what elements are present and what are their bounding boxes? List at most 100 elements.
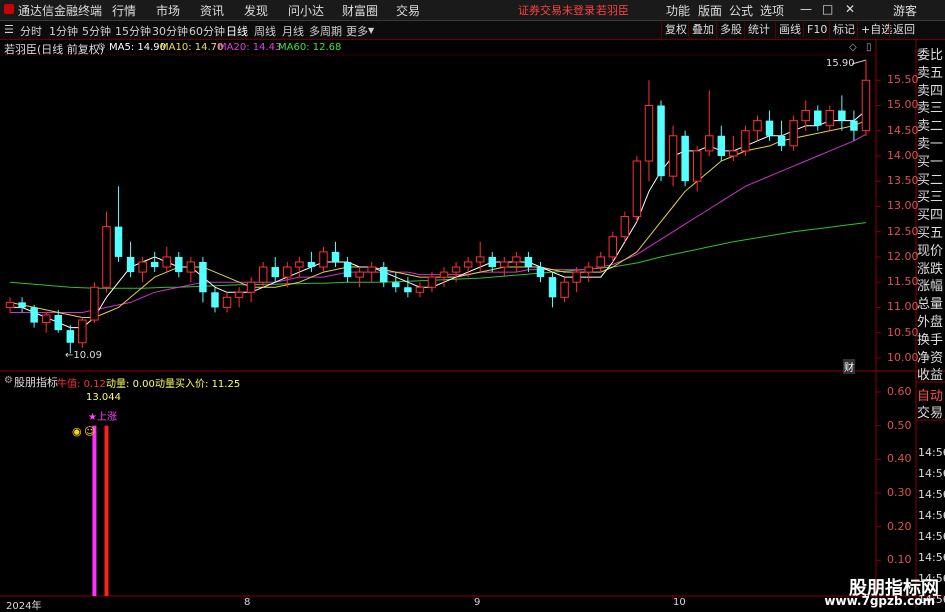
financial-marker[interactable]: 财 xyxy=(843,359,855,374)
trade-label[interactable]: 交易 xyxy=(917,402,945,421)
candle-body-down xyxy=(271,267,279,278)
candle-body-up xyxy=(283,266,292,278)
period-60min[interactable]: 60分钟 xyxy=(189,23,225,39)
tick-time: 14:56 xyxy=(918,488,945,501)
period-15min[interactable]: 15分钟 xyxy=(115,23,151,39)
side-item[interactable]: 现价 xyxy=(917,240,945,259)
period-5min[interactable]: 5分钟 xyxy=(82,23,111,39)
candle-body-down xyxy=(717,135,726,156)
low-price-label: ←10.09 xyxy=(65,350,103,361)
candle-body-down xyxy=(548,277,557,298)
fuquan-button[interactable]: 复权 xyxy=(661,22,690,38)
candle-body-up xyxy=(512,256,521,263)
collapse-icon[interactable]: ◇ xyxy=(849,42,857,53)
chevron-down-icon[interactable]: ▼ xyxy=(368,26,374,35)
period-1min[interactable]: 1分钟 xyxy=(49,23,78,39)
side-item[interactable]: 总量 xyxy=(917,293,945,312)
candle-body-up xyxy=(451,266,461,273)
candle-body-up xyxy=(861,79,871,132)
side-item[interactable]: 净资 xyxy=(917,347,945,366)
candle-body-up xyxy=(560,281,569,298)
side-item[interactable]: 卖五 xyxy=(917,62,945,81)
multi-stock-button[interactable]: 多股 xyxy=(716,22,745,38)
side-item[interactable]: 买三 xyxy=(917,186,945,205)
period-30min[interactable]: 30分钟 xyxy=(152,23,188,39)
menu-zixun[interactable]: 资讯 xyxy=(200,2,224,19)
candle-body-up xyxy=(596,256,605,268)
candle-body-up xyxy=(427,276,437,288)
kline-chart[interactable] xyxy=(0,39,945,609)
candle-body-up xyxy=(705,135,714,152)
stats-button[interactable]: 统计 xyxy=(744,22,773,38)
menu-wenxiaoda[interactable]: 问小达 xyxy=(288,2,324,19)
f10-button[interactable]: F10 xyxy=(803,22,830,38)
x-label-9: 9 xyxy=(474,597,481,608)
side-item[interactable]: 卖一 xyxy=(917,133,945,152)
period-weekly[interactable]: 周线 xyxy=(254,23,276,39)
close-icon[interactable]: ✕ xyxy=(845,2,855,16)
side-item[interactable]: 涨跌 xyxy=(917,258,945,277)
side-item[interactable]: 卖三 xyxy=(917,97,945,116)
maximize-icon[interactable]: □ xyxy=(822,2,833,16)
menu-hangqing[interactable]: 行情 xyxy=(112,2,136,19)
ma60-line xyxy=(9,222,867,289)
candle-body-up xyxy=(572,271,581,283)
panel-toggle-icon[interactable]: ▯ xyxy=(866,42,872,53)
high-price-label: 15.90 xyxy=(826,58,855,69)
side-item[interactable]: 卖二 xyxy=(917,115,945,134)
menu-jiaoyi[interactable]: 交易 xyxy=(396,2,420,19)
overlay-button[interactable]: 叠加 xyxy=(688,22,717,38)
menu-gongshi[interactable]: 公式 xyxy=(729,2,753,19)
tick-time: 14:56 xyxy=(918,467,945,480)
candle-body-up xyxy=(186,261,196,273)
menu-gongneng[interactable]: 功能 xyxy=(666,2,690,19)
mark-button[interactable]: 标记 xyxy=(829,22,858,38)
side-item[interactable]: 买四 xyxy=(917,204,945,223)
indicator-y-tick-label: 0.20 xyxy=(887,519,912,533)
smiley-icon: ☺ xyxy=(84,425,96,438)
indicator-bars xyxy=(92,425,109,596)
side-item[interactable]: 涨幅 xyxy=(917,275,945,294)
draw-line-button[interactable]: 画线 xyxy=(775,22,804,38)
side-item[interactable]: 买五 xyxy=(917,222,945,241)
side-item[interactable]: 外盘 xyxy=(917,311,945,330)
tick-time: 14:56 xyxy=(918,551,945,564)
minimize-icon[interactable]: — xyxy=(800,2,812,16)
period-multi[interactable]: 多周期 xyxy=(309,23,342,39)
menu-banmian[interactable]: 版面 xyxy=(698,2,722,19)
indicator-annotation-text: ★上涨 xyxy=(88,412,117,423)
guest-label[interactable]: 游客 xyxy=(893,2,917,19)
side-item[interactable]: 收益 xyxy=(917,364,945,383)
toolbar-icon[interactable]: ☰ xyxy=(4,23,14,36)
period-monthly[interactable]: 月线 xyxy=(282,23,304,39)
candle-body-up xyxy=(162,256,171,268)
login-warning[interactable]: 证券交易未登录 xyxy=(518,2,595,18)
indicator-niuzhi: 牛值: 0.12 xyxy=(57,379,106,390)
back-button[interactable]: 返回 xyxy=(889,22,918,38)
menu-caifuquan[interactable]: 财富圈 xyxy=(342,2,378,19)
y-tick-label: 15.00 xyxy=(887,98,919,112)
menu-shichang[interactable]: 市场 xyxy=(156,2,180,19)
side-item[interactable]: 换手 xyxy=(917,329,945,348)
menu-faxian[interactable]: 发现 xyxy=(244,2,268,19)
y-tick-label: 12.50 xyxy=(887,224,919,238)
candle-body-down xyxy=(404,287,412,293)
candle-body-up xyxy=(644,104,654,162)
indicator-toggle-icon[interactable]: ⚙ xyxy=(4,375,13,386)
ma-lines xyxy=(9,110,867,329)
period-fenshi[interactable]: 分时 xyxy=(20,23,42,39)
settings-icon[interactable]: ⚙ xyxy=(97,42,106,53)
candle-body-up xyxy=(319,251,328,268)
indicator-dongliang: 动量: 0.00 xyxy=(106,379,155,390)
candle-body-down xyxy=(850,120,858,131)
x-label-8: 8 xyxy=(244,597,251,608)
period-more[interactable]: 更多 xyxy=(346,23,368,39)
candle-body-down xyxy=(30,307,38,323)
side-item[interactable]: 买二 xyxy=(917,169,945,188)
side-item[interactable]: 卖四 xyxy=(917,80,945,99)
side-item[interactable]: 委比 xyxy=(917,44,945,63)
period-daily[interactable]: 日线 xyxy=(226,23,248,39)
menu-xuanxiang[interactable]: 选项 xyxy=(760,2,784,19)
indicator-buy-price: 动量买入价: 11.25 xyxy=(155,379,241,390)
side-item[interactable]: 买一 xyxy=(917,151,945,170)
